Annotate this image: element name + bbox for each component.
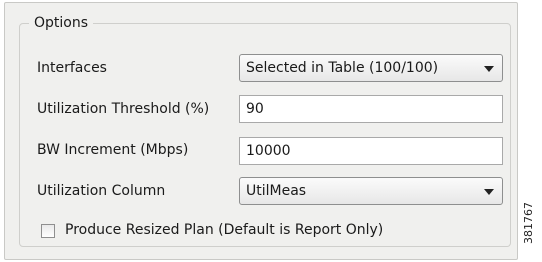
bw-increment-input[interactable]: 10000	[239, 137, 503, 165]
interfaces-select-value: Selected in Table (100/100)	[246, 60, 439, 76]
interfaces-label: Interfaces	[37, 60, 107, 76]
options-panel: Options Interfaces Selected in Table (10…	[4, 2, 518, 260]
utilization-threshold-label: Utilization Threshold (%)	[37, 101, 210, 117]
bw-increment-value: 10000	[246, 143, 291, 159]
utilization-column-label: Utilization Column	[37, 183, 166, 199]
utilization-column-select[interactable]: UtilMeas	[239, 177, 503, 205]
chevron-down-icon	[484, 189, 494, 195]
bw-increment-label: BW Increment (Mbps)	[37, 142, 189, 158]
produce-resized-plan-checkbox[interactable]	[41, 224, 55, 238]
utilization-threshold-input[interactable]: 90	[239, 95, 503, 123]
figure-id: 381767	[522, 202, 535, 244]
interfaces-select[interactable]: Selected in Table (100/100)	[239, 54, 503, 82]
options-group-title: Options	[29, 14, 94, 32]
produce-resized-plan-label[interactable]: Produce Resized Plan (Default is Report …	[65, 221, 383, 239]
utilization-column-select-value: UtilMeas	[246, 183, 307, 199]
utilization-threshold-value: 90	[246, 101, 264, 117]
chevron-down-icon	[484, 66, 494, 72]
